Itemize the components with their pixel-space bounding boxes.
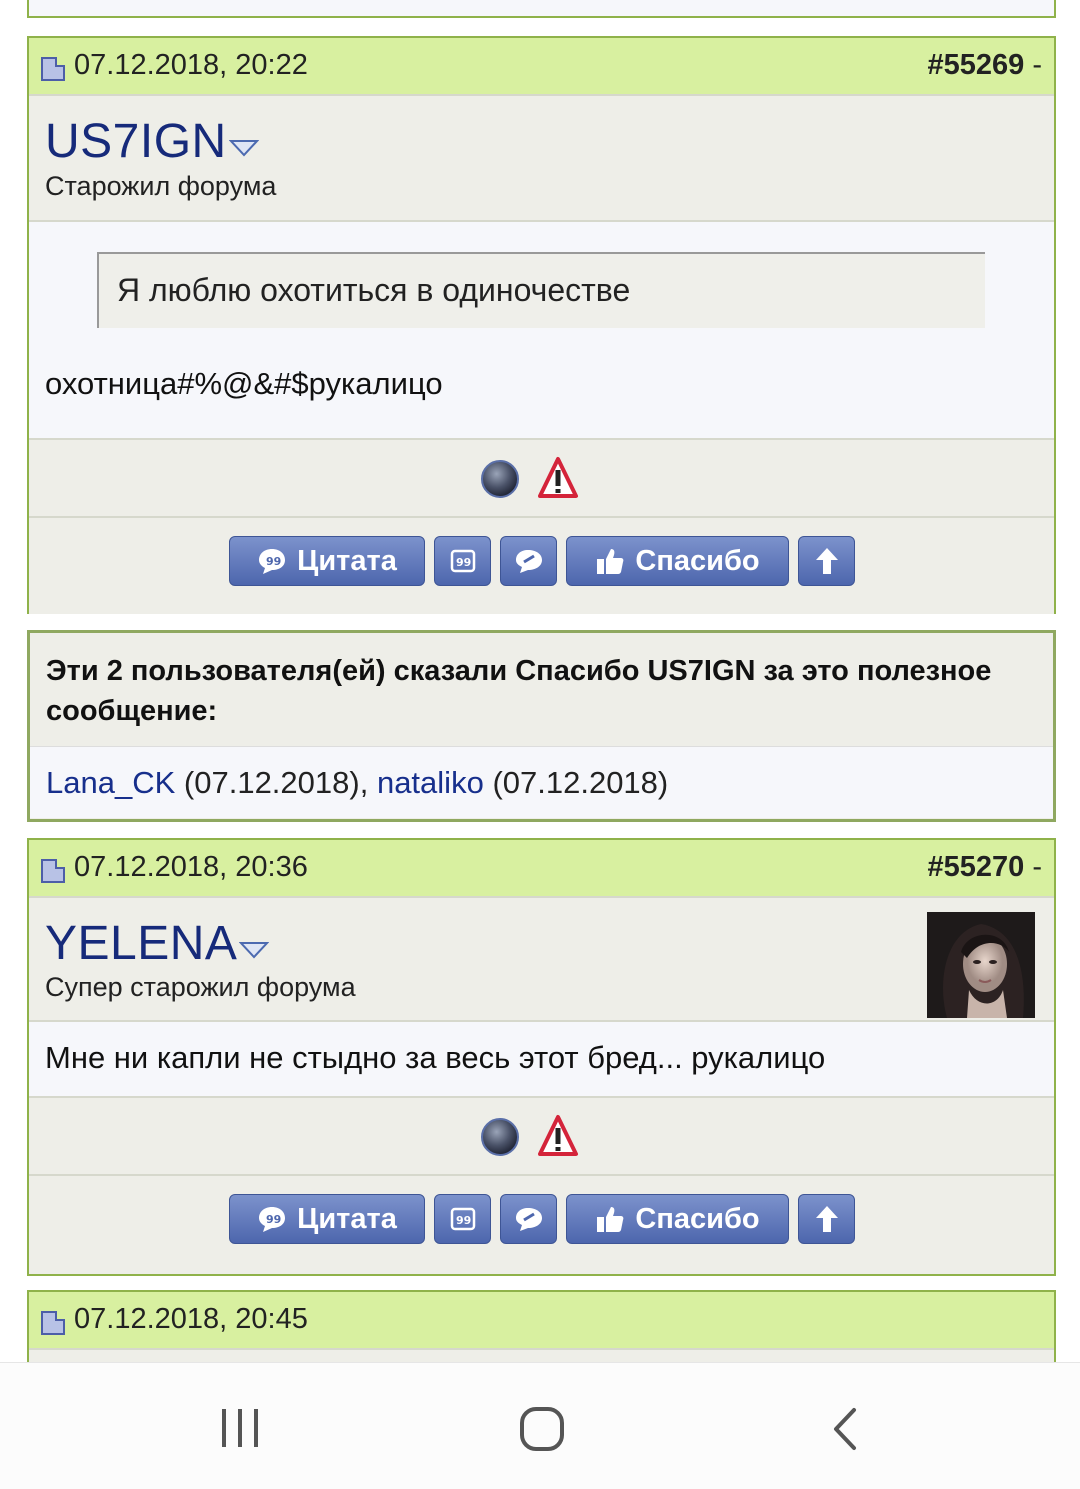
avatar[interactable]	[927, 912, 1035, 1018]
warning-icon[interactable]	[537, 456, 579, 500]
post-header: 07.12.2018, 20:45	[29, 1292, 1054, 1350]
post-date: 07.12.2018, 20:22	[74, 49, 308, 81]
post-number-suffix: -	[1024, 49, 1042, 81]
page-icon	[41, 57, 65, 81]
quick-reply-button[interactable]	[500, 1194, 557, 1244]
quote-bubble-icon: 99	[259, 549, 286, 574]
post-text: охотница#%@&#$рукалицо	[45, 366, 443, 401]
page-icon	[41, 1311, 65, 1335]
multiquote-button[interactable]: 99	[434, 1194, 491, 1244]
post-body: Я люблю охотиться в одиночестве охотница…	[29, 222, 1054, 440]
thumbs-up-icon	[597, 1207, 624, 1232]
quick-reply-icon	[515, 1208, 542, 1231]
scroll-top-button[interactable]	[798, 536, 855, 586]
thanks-user-link[interactable]: Lana_CK	[46, 765, 175, 800]
post-date: 07.12.2018, 20:36	[74, 851, 308, 883]
post-number-suffix: -	[1024, 851, 1042, 883]
svg-text:99: 99	[266, 1213, 281, 1226]
quick-reply-icon	[515, 550, 542, 573]
post-number-link[interactable]: #55269	[928, 49, 1025, 81]
username[interactable]: US7IGN	[45, 114, 227, 169]
quote-bubble-icon: 99	[259, 1207, 286, 1232]
thanks-separator: ,	[359, 765, 377, 800]
thanks-user-date: (07.12.2018)	[492, 765, 669, 800]
post-55270: 07.12.2018, 20:36 #55270 - YELENA Супер …	[27, 838, 1056, 1276]
thanks-button-label: Спасибо	[635, 544, 760, 577]
multiquote-button[interactable]: 99	[434, 536, 491, 586]
previous-post-bottom	[27, 0, 1056, 18]
quote-button-label: Цитата	[297, 1202, 397, 1235]
user-title: Супер старожил форума	[45, 972, 356, 1002]
post-icons-row	[29, 1098, 1054, 1176]
post-number-link[interactable]: #55270	[928, 851, 1025, 883]
post-header: 07.12.2018, 20:36 #55270 -	[29, 840, 1054, 898]
scroll-top-button[interactable]	[798, 1194, 855, 1244]
back-icon[interactable]	[828, 1407, 860, 1451]
post-body: Мне ни капли не стыдно за весь этот бред…	[29, 1022, 1054, 1098]
thanks-user-link[interactable]: nataliko	[377, 765, 484, 800]
user-title: Старожил форума	[45, 171, 277, 201]
thanks-box: Эти 2 пользователя(ей) сказали Спасибо U…	[27, 630, 1056, 822]
recent-apps-icon[interactable]	[218, 1407, 262, 1449]
quote-block: Я люблю охотиться в одиночестве	[97, 252, 985, 328]
post-icons-row	[29, 440, 1054, 518]
thumbs-up-icon	[597, 549, 624, 574]
ball-icon	[481, 1118, 519, 1156]
thanks-users-line: Lana_CK (07.12.2018), nataliko (07.12.20…	[46, 765, 668, 801]
chevron-down-icon[interactable]	[239, 940, 269, 960]
user-info: US7IGN Старожил форума	[29, 96, 1054, 222]
post-buttons-row: 99 Цитата 99 Спасибо	[29, 518, 1054, 614]
quick-reply-button[interactable]	[500, 536, 557, 586]
post-text: Мне ни капли не стыдно за весь этот бред…	[45, 1040, 826, 1075]
ball-icon	[481, 460, 519, 498]
multiquote-icon: 99	[450, 1207, 475, 1231]
warning-icon[interactable]	[537, 1114, 579, 1158]
quote-button[interactable]: 99 Цитата	[229, 1194, 425, 1244]
svg-text:99: 99	[456, 1214, 471, 1227]
system-nav-bar	[0, 1362, 1080, 1489]
post-number[interactable]: #55270 -	[928, 851, 1043, 884]
arrow-up-icon	[815, 548, 838, 574]
post-number[interactable]: #55269 -	[928, 49, 1043, 82]
thanks-button-label: Спасибо	[635, 1202, 760, 1235]
thanks-title: Эти 2 пользователя(ей) сказали Спасибо U…	[46, 655, 992, 727]
svg-text:99: 99	[456, 556, 471, 569]
quote-button-label: Цитата	[297, 544, 397, 577]
arrow-up-icon	[815, 1206, 838, 1232]
user-info: YELENA Супер старожил форума	[29, 898, 1054, 1022]
quote-button[interactable]: 99 Цитата	[229, 536, 425, 586]
quote-text: Я люблю охотиться в одиночестве	[117, 272, 631, 308]
username[interactable]: YELENA	[45, 916, 237, 971]
chevron-down-icon[interactable]	[229, 138, 259, 158]
post-buttons-row: 99 Цитата 99 Спасибо	[29, 1176, 1054, 1272]
thanks-user-date: (07.12.2018)	[183, 765, 360, 800]
post-55269: 07.12.2018, 20:22 #55269 - US7IGN Старож…	[27, 36, 1056, 614]
multiquote-icon: 99	[450, 549, 475, 573]
svg-text:99: 99	[266, 555, 281, 568]
thanks-users: Lana_CK (07.12.2018), nataliko (07.12.20…	[30, 746, 1053, 818]
post-header: 07.12.2018, 20:22 #55269 -	[29, 38, 1054, 96]
thanks-button[interactable]: Спасибо	[566, 536, 789, 586]
thanks-button[interactable]: Спасибо	[566, 1194, 789, 1244]
post-date: 07.12.2018, 20:45	[74, 1303, 308, 1335]
home-icon[interactable]	[518, 1405, 566, 1453]
page-icon	[41, 859, 65, 883]
